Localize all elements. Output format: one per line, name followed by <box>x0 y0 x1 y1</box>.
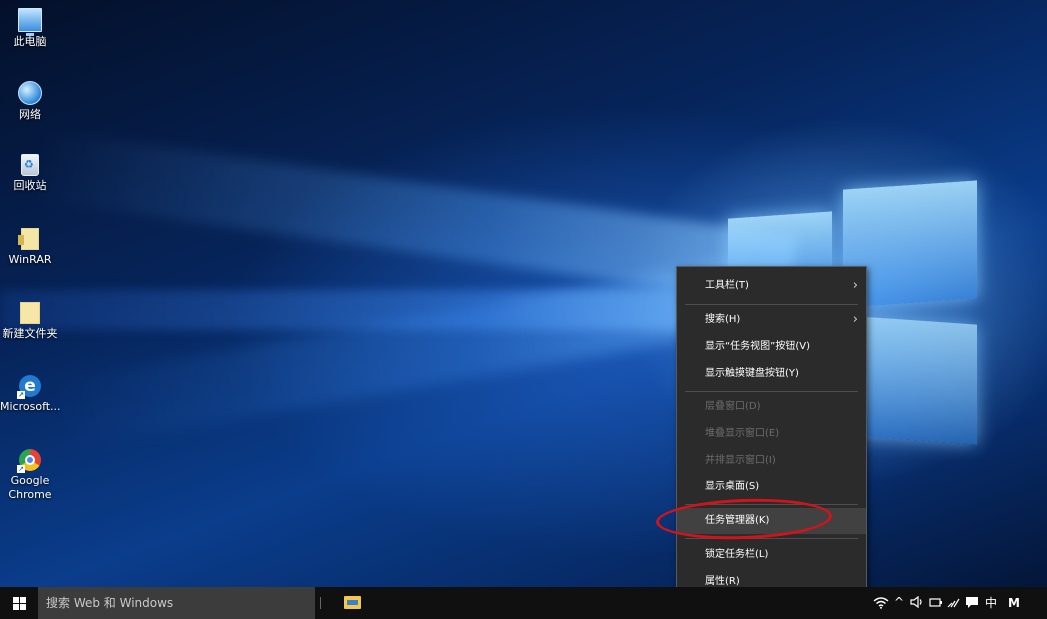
input-method-label[interactable]: 中 <box>985 596 997 610</box>
desktop-icon-this-pc[interactable]: 此电脑 <box>0 8 60 49</box>
folder-icon <box>20 302 40 324</box>
menu-item-label: 显示桌面(S) <box>705 481 760 492</box>
desktop-icon-label: Google Chrome <box>8 474 52 501</box>
menu-item-label: 工具栏(T) <box>705 280 749 291</box>
menu-item-lock-taskbar[interactable]: 锁定任务栏(L) <box>677 542 866 568</box>
menu-item-show-desktop[interactable]: 显示桌面(S) <box>677 474 866 500</box>
desktop-icon-network[interactable]: 网络 <box>0 81 60 122</box>
action-center-icon[interactable] <box>965 596 979 612</box>
search-box[interactable]: 搜索 Web 和 Windows <box>38 587 315 619</box>
windows-logo-icon <box>13 597 26 610</box>
show-hidden-icons-chevron[interactable]: ^ <box>894 595 904 609</box>
system-tray: ^ 中 M <box>867 587 1047 619</box>
light-beam <box>53 258 756 450</box>
menu-item-label: 显示“任务视图”按钮(V) <box>705 341 811 352</box>
menu-item-show-touch-keyboard-button[interactable]: 显示触摸键盘按钮(Y) <box>677 361 866 387</box>
taskbar-context-menu: 工具栏(T) › 搜索(H) › 显示“任务视图”按钮(V) 显示触摸键盘按钮(… <box>676 266 867 604</box>
desktop-icon-label: 网络 <box>19 108 41 121</box>
menu-item-label: 搜索(H) <box>705 314 741 325</box>
shortcut-arrow-icon: ↗ <box>17 465 25 473</box>
menu-item-label: 显示触摸键盘按钮(Y) <box>705 368 799 379</box>
file-explorer-icon <box>344 596 361 609</box>
this-pc-icon <box>18 8 42 36</box>
menu-item-label: 堆叠显示窗口(E) <box>705 428 780 439</box>
desktop-icon-winrar[interactable]: WinRAR <box>0 228 60 267</box>
taskbar-divider <box>320 597 321 609</box>
taskbar: 搜索 Web 和 Windows ^ 中 M <box>0 587 1047 619</box>
signal-icon[interactable] <box>947 596 961 611</box>
desktop-icon-label: 回收站 <box>13 179 47 192</box>
menu-item-toolbars[interactable]: 工具栏(T) › <box>677 273 866 299</box>
file-explorer-button[interactable] <box>338 587 368 619</box>
desktop-icon-label: WinRAR <box>8 253 52 266</box>
chevron-right-icon: › <box>852 312 858 327</box>
desktop-icon-label: 此电脑 <box>13 35 47 48</box>
network-status-icon[interactable] <box>929 596 943 611</box>
menu-item-stack-windows: 堆叠显示窗口(E) <box>677 421 866 447</box>
menu-item-label: 属性(R) <box>705 576 740 587</box>
edge-icon: e ↗ <box>17 375 41 399</box>
desktop-icon-google-chrome[interactable]: ↗ Google Chrome <box>0 449 60 502</box>
menu-separator <box>685 391 858 392</box>
search-placeholder: 搜索 Web 和 Windows <box>46 596 174 610</box>
chevron-right-icon: › <box>852 278 858 293</box>
menu-item-side-by-side-windows: 并排显示窗口(I) <box>677 448 866 474</box>
shortcut-arrow-icon: ↗ <box>17 391 25 399</box>
menu-item-label: 并排显示窗口(I) <box>705 455 776 466</box>
menu-item-label: 锁定任务栏(L) <box>705 549 769 560</box>
volume-icon[interactable] <box>910 595 924 611</box>
menu-item-show-task-view-button[interactable]: 显示“任务视图”按钮(V) <box>677 334 866 360</box>
winrar-icon <box>18 228 39 250</box>
desktop-icon-microsoft-edge[interactable]: e ↗ Microsoft... <box>0 375 61 414</box>
desktop-icon-label: Microsoft... <box>0 400 61 413</box>
wifi-icon[interactable] <box>873 596 889 612</box>
desktop-icon-recycle-bin[interactable]: 回收站 <box>0 154 60 193</box>
chrome-icon: ↗ <box>17 449 41 473</box>
desktop-icon-label: 新建文件夹 <box>2 327 58 340</box>
recycle-bin-icon <box>21 154 39 176</box>
menu-item-label: 层叠窗口(D) <box>705 401 761 412</box>
desktop-icon-new-folder[interactable]: 新建文件夹 <box>0 302 60 341</box>
network-icon <box>18 81 42 105</box>
menu-separator <box>685 304 858 305</box>
input-method-mode[interactable]: M <box>1008 596 1020 610</box>
menu-item-search[interactable]: 搜索(H) › <box>677 307 866 333</box>
start-button[interactable] <box>0 587 38 619</box>
menu-item-cascade-windows: 层叠窗口(D) <box>677 394 866 420</box>
